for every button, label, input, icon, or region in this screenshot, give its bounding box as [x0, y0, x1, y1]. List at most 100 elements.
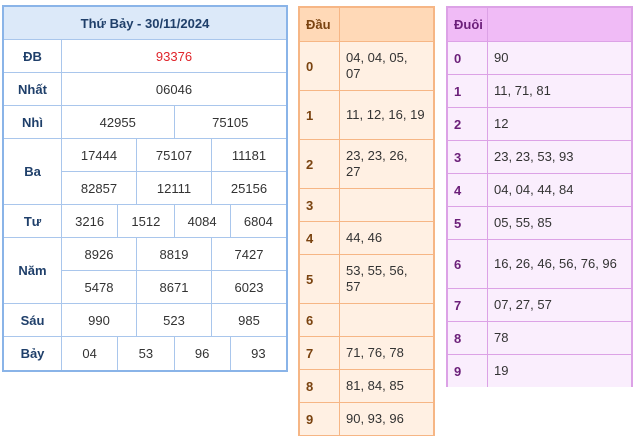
prize-number: 06046 — [155, 81, 193, 97]
head-row: 3 — [300, 188, 433, 221]
prize-number: 82857 — [62, 172, 137, 204]
head-values: 11, 12, 16, 19 — [346, 107, 425, 122]
head-values — [340, 304, 433, 336]
head-table-title: Đầu — [300, 8, 340, 41]
tail-digit: 7 — [448, 289, 488, 321]
head-row: 0 04, 04, 05, 07 — [300, 41, 433, 90]
tail-table-header: Đuôi — [448, 8, 631, 41]
head-table-header: Đầu — [300, 8, 433, 41]
head-row: 1 11, 12, 16, 19 — [300, 90, 433, 139]
prize-label: Tư — [4, 205, 62, 237]
tail-values: 07, 27, 57 — [494, 297, 552, 312]
tail-row: 8 78 — [448, 321, 631, 354]
tail-row: 0 90 — [448, 41, 631, 74]
head-values: 71, 76, 78 — [346, 345, 404, 360]
prize-label: ĐB — [4, 40, 62, 72]
prize-number: 523 — [137, 304, 212, 336]
prize-number: 8671 — [137, 271, 212, 303]
tail-values: 19 — [494, 363, 509, 378]
head-row: 7 71, 76, 78 — [300, 336, 433, 369]
head-digit: 3 — [300, 189, 340, 221]
tail-digit: 4 — [448, 174, 488, 206]
prize-number: 7427 — [234, 246, 264, 262]
prize-number: 75107 — [137, 139, 212, 171]
prize-number: 8819 — [137, 238, 212, 270]
prize-row-special: ĐB 93376 — [4, 40, 286, 73]
head-row: 5 53, 55, 56, 57 — [300, 254, 433, 303]
tail-row: 6 16, 26, 46, 56, 76, 96 — [448, 239, 631, 288]
head-digit: 7 — [300, 337, 340, 369]
head-digit: 8 — [300, 370, 340, 402]
prize-row-seventh: Bảy 04 53 96 93 — [4, 337, 286, 370]
tail-values: 23, 23, 53, 93 — [494, 149, 574, 164]
head-row: 4 44, 46 — [300, 221, 433, 254]
tail-digit: 8 — [448, 322, 488, 354]
tail-digit: 2 — [448, 108, 488, 140]
head-values: 44, 46 — [346, 230, 383, 245]
prize-label: Ba — [4, 139, 62, 204]
prize-number: 5478 — [62, 271, 137, 303]
tail-table-title: Đuôi — [448, 8, 488, 41]
head-row: 9 90, 93, 96 — [300, 402, 433, 435]
head-digit: 1 — [300, 91, 340, 139]
prize-row-fifth: Năm 8926 8819 7427 5478 8671 6023 — [4, 238, 286, 304]
prize-number: 1512 — [118, 205, 175, 237]
head-values: 23, 23, 26, 27 — [346, 148, 408, 179]
prize-row-first: Nhất 06046 — [4, 73, 286, 106]
prize-row-fourth: Tư 3216 1512 4084 6804 — [4, 205, 286, 238]
tail-digit-table: Đuôi 0 90 1 11, 71, 81 2 12 3 23, 23, 53… — [446, 6, 633, 387]
prize-label: Nhất — [4, 73, 62, 105]
prize-number: 17444 — [62, 139, 137, 171]
prize-number: 4084 — [175, 205, 231, 237]
prize-number: 93 — [251, 346, 266, 361]
tail-row: 3 23, 23, 53, 93 — [448, 140, 631, 173]
results-title: Thứ Bảy - 30/11/2024 — [4, 7, 286, 40]
head-row: 2 23, 23, 26, 27 — [300, 139, 433, 188]
tail-digit: 9 — [448, 355, 488, 387]
prize-label: Nhì — [4, 106, 62, 138]
prize-number: 53 — [118, 337, 175, 370]
prize-number: 25156 — [230, 180, 268, 196]
prize-number: 985 — [238, 312, 260, 328]
head-values: 90, 93, 96 — [346, 411, 404, 426]
prize-number: 96 — [175, 337, 231, 370]
tail-values: 12 — [494, 116, 509, 131]
prize-label: Bảy — [4, 337, 62, 370]
prize-row-second: Nhì 42955 75105 — [4, 106, 286, 139]
head-digit: 9 — [300, 403, 340, 435]
prize-number: 42955 — [62, 106, 175, 138]
tail-values: 16, 26, 46, 56, 76, 96 — [494, 256, 617, 271]
tail-values: 04, 04, 44, 84 — [494, 182, 574, 197]
tail-digit: 3 — [448, 141, 488, 173]
head-row: 6 — [300, 303, 433, 336]
tail-row: 1 11, 71, 81 — [448, 74, 631, 107]
prize-number: 04 — [62, 337, 119, 370]
special-prize-number: 93376 — [155, 48, 193, 64]
head-digit: 5 — [300, 255, 340, 303]
prize-number: 11181 — [231, 147, 267, 163]
prize-label: Sáu — [4, 304, 62, 336]
prize-number: 6804 — [243, 213, 273, 229]
tail-values: 78 — [494, 330, 509, 345]
prize-row-sixth: Sáu 990 523 985 — [4, 304, 286, 337]
tail-row: 4 04, 04, 44, 84 — [448, 173, 631, 206]
prize-number: 8926 — [62, 238, 137, 270]
prize-number: 6023 — [234, 279, 264, 295]
head-digit: 0 — [300, 42, 340, 90]
head-values: 04, 04, 05, 07 — [346, 50, 408, 81]
tail-values: 11, 71, 81 — [494, 83, 551, 98]
prize-row-third: Ba 17444 75107 11181 82857 12111 25156 — [4, 139, 286, 205]
tail-row: 7 07, 27, 57 — [448, 288, 631, 321]
head-values: 53, 55, 56, 57 — [346, 263, 408, 294]
tail-values: 90 — [494, 50, 509, 65]
tail-values: 05, 55, 85 — [494, 215, 552, 230]
prize-number: 75105 — [212, 114, 249, 130]
tail-row: 5 05, 55, 85 — [448, 206, 631, 239]
head-values — [340, 189, 433, 221]
prize-label: Năm — [4, 238, 62, 303]
prize-number: 12111 — [137, 172, 212, 204]
results-table: Thứ Bảy - 30/11/2024 ĐB 93376 Nhất 06046… — [2, 5, 288, 372]
head-digit: 4 — [300, 222, 340, 254]
head-digit: 6 — [300, 304, 340, 336]
prize-number: 3216 — [62, 205, 119, 237]
